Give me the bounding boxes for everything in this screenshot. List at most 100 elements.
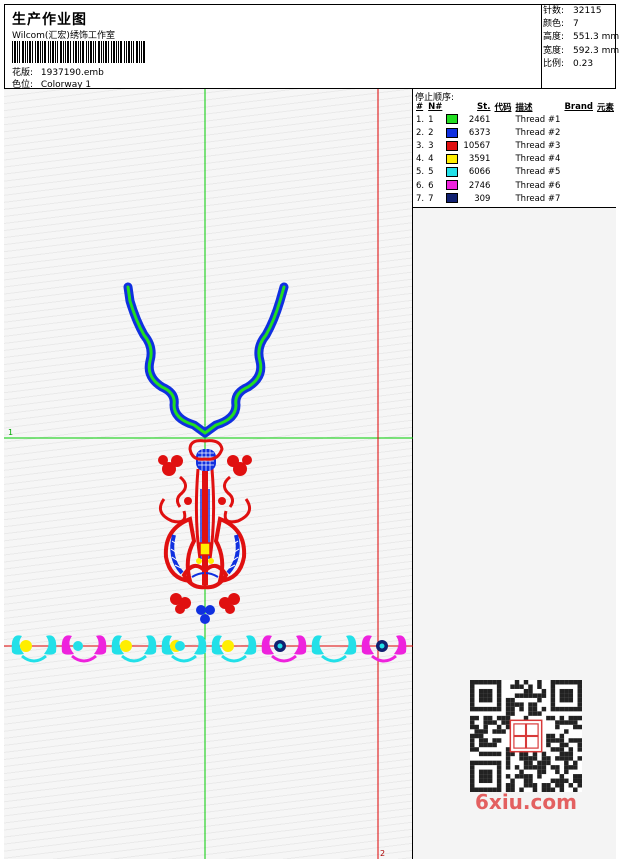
table-row: 7. 7 309 Thread #7 — [414, 192, 616, 205]
row-needle: 3 — [428, 140, 434, 151]
row-needle: 5 — [428, 167, 434, 178]
v-neckline-motif — [123, 282, 289, 438]
row-element — [595, 139, 616, 152]
stat-colors: 颜色: 7 — [543, 19, 579, 30]
header: 生产作业图 Wilcom(汇宏)绣饰工作室 花版: 1937190.emb 色位… — [4, 4, 616, 90]
row-needle: 4 — [428, 154, 434, 165]
design-stats: 针数: 32115 颜色: 7 高度: 551.3 mm 宽度: 592.3 mm 比例… — [541, 4, 620, 89]
row-index: 1. — [416, 114, 425, 125]
row-needle: 2 — [428, 127, 434, 138]
row-index: 3. — [416, 140, 425, 151]
stop-sequence-panel: 停止顺序: # N# St. 代码 描述 Brand 元素 1. 1 2461 Thr… — [413, 89, 616, 208]
table-row: 2. 2 6373 Thread #2 — [414, 126, 616, 139]
stat-width: 宽度: 592.3 mm — [543, 45, 620, 56]
col-desc: 描述 — [515, 103, 533, 113]
color-swatch — [446, 180, 459, 191]
row-element — [595, 113, 616, 126]
color-swatch — [446, 193, 459, 204]
color-swatch — [446, 167, 459, 178]
stat-scale: 比例: 0.23 — [543, 58, 594, 69]
color-swatch — [446, 114, 459, 125]
row-desc: Thread #3 — [515, 140, 561, 151]
table-header-row: # N# St. 代码 描述 Brand 元素 — [414, 101, 616, 113]
color-swatch — [446, 153, 459, 164]
stat-stitches: 针数: 32115 — [543, 6, 602, 16]
table-row: 1. 1 2461 Thread #1 — [414, 113, 616, 126]
color-swatch — [446, 140, 459, 151]
col-swatch — [444, 101, 460, 113]
page-title: 生产作业图 — [12, 12, 87, 28]
row-element — [595, 126, 616, 139]
row-index: 6. — [416, 180, 425, 191]
row-element — [595, 179, 616, 192]
row-index: 2. — [416, 127, 425, 138]
col-needle: N# — [428, 102, 443, 112]
row-stitches: 10567 — [463, 140, 491, 151]
row-brand — [562, 153, 595, 166]
row-code — [492, 166, 513, 179]
neckline-inner-fill — [126, 285, 286, 435]
table-row: 4. 4 3591 Thread #4 — [414, 153, 616, 166]
row-desc: Thread #1 — [515, 114, 561, 125]
barcode — [12, 41, 146, 63]
row-needle: 6 — [428, 180, 434, 191]
row-brand — [562, 126, 595, 139]
row-desc: Thread #5 — [515, 167, 561, 178]
row-swatch — [444, 139, 460, 152]
row-code — [492, 113, 513, 126]
color-swatch — [446, 127, 459, 138]
row-stitches: 2461 — [468, 114, 491, 125]
guide-label-bottom: 2 — [380, 849, 385, 858]
row-element — [595, 192, 616, 205]
border-motif-row — [11, 635, 407, 663]
stop-sequence-table: # N# St. 代码 描述 Brand 元素 1. 1 2461 Thread #1… — [414, 101, 616, 205]
table-row: 3. 3 10567 Thread #3 — [414, 139, 616, 152]
col-index: # — [416, 102, 424, 112]
row-code — [492, 139, 513, 152]
qr-code — [470, 680, 582, 792]
row-code — [492, 126, 513, 139]
design-canvas: 1 2 — [4, 89, 413, 859]
row-stitches: 309 — [474, 193, 491, 204]
row-desc: Thread #4 — [515, 154, 561, 165]
design-preview: 1 2 — [4, 89, 413, 859]
row-swatch — [444, 192, 460, 205]
watermark: 6xiu.com — [475, 790, 577, 814]
row-code — [492, 179, 513, 192]
company-name: Wilcom(汇宏)绣饰工作室 — [12, 31, 115, 41]
row-stitches: 2746 — [468, 180, 491, 191]
row-code — [492, 153, 513, 166]
row-brand — [562, 192, 595, 205]
row-brand — [562, 179, 595, 192]
table-row: 6. 6 2746 Thread #6 — [414, 179, 616, 192]
row-stitches: 6066 — [468, 167, 491, 178]
stat-height: 高度: 551.3 mm — [543, 32, 620, 43]
row-needle: 7 — [428, 193, 434, 204]
row-stitches: 3591 — [468, 154, 491, 165]
row-brand — [562, 166, 595, 179]
row-index: 5. — [416, 167, 425, 178]
row-desc: Thread #7 — [515, 193, 561, 204]
col-stitches: St. — [477, 102, 491, 112]
row-element — [595, 153, 616, 166]
row-brand — [562, 113, 595, 126]
row-needle: 1 — [428, 114, 434, 125]
col-brand: Brand — [564, 102, 593, 112]
col-element: 元素 — [596, 103, 614, 113]
table-row: 5. 5 6066 Thread #5 — [414, 166, 616, 179]
row-desc: Thread #2 — [515, 127, 561, 138]
row-swatch — [444, 126, 460, 139]
row-swatch — [444, 153, 460, 166]
guide-label-left: 1 — [8, 428, 13, 437]
row-swatch — [444, 166, 460, 179]
row-desc: Thread #6 — [515, 180, 561, 191]
row-stitches: 6373 — [468, 127, 491, 138]
row-swatch — [444, 113, 460, 126]
row-brand — [562, 139, 595, 152]
row-element — [595, 166, 616, 179]
row-index: 4. — [416, 154, 425, 165]
col-code: 代码 — [494, 103, 512, 113]
row-code — [492, 192, 513, 205]
row-index: 7. — [416, 193, 425, 204]
row-swatch — [444, 179, 460, 192]
